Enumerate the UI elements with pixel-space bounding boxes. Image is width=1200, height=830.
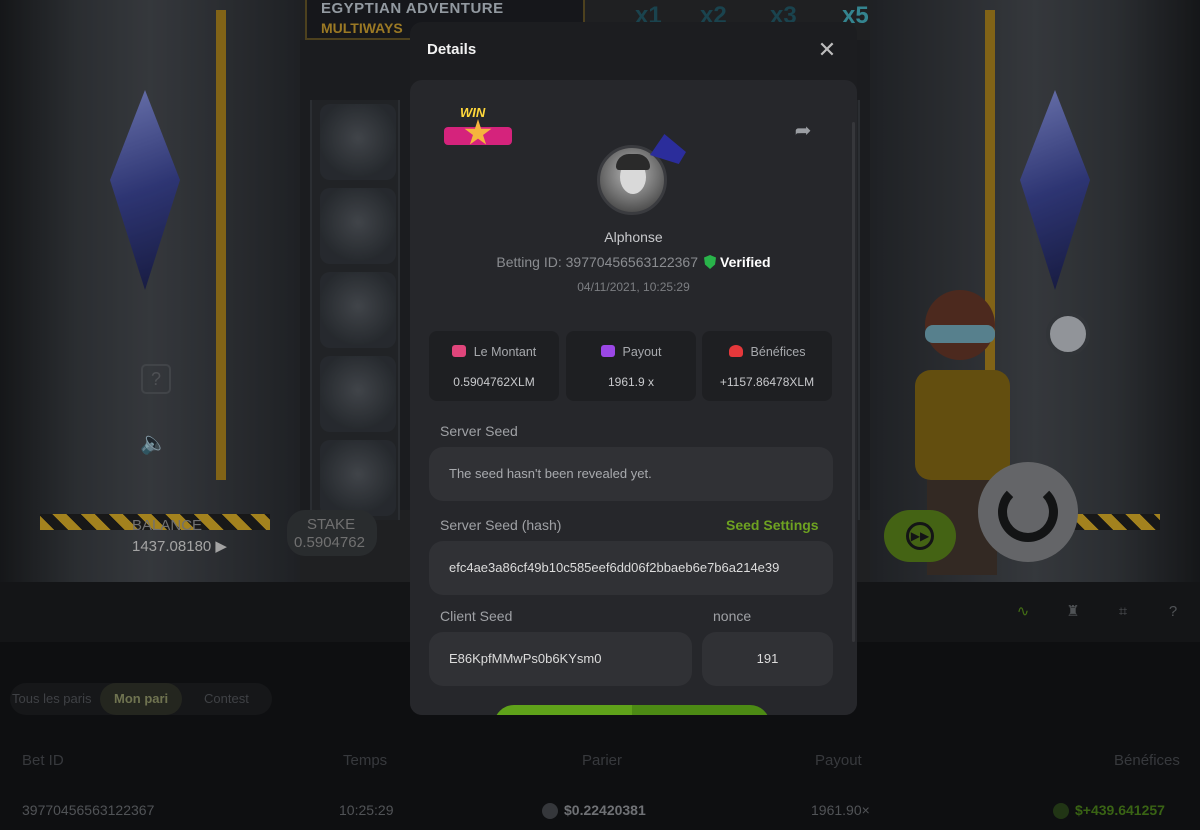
- server-seed-field: The seed hasn't been revealed yet.: [429, 447, 833, 501]
- details-modal: Details ✕ WIN ➦ Alphonse Betting ID: 397…: [410, 22, 857, 715]
- betting-id-line: Betting ID: 39770456563122367 Verified: [410, 254, 857, 270]
- profit-hand-icon: [728, 345, 743, 357]
- stat-value: 1961.9 x: [607, 375, 655, 389]
- coins-icon: [451, 345, 466, 357]
- server-seed-hash-field[interactable]: efc4ae3a86cf49b10c585eef6dd06f2bbaeb6e7b…: [429, 541, 833, 595]
- stat-profit: Bénéfices +1157.86478XLM: [702, 331, 832, 401]
- shield-check-icon: [704, 255, 717, 269]
- screen: EGYPTIAN ADVENTURE MULTIWAYS x1 x2 x3 x5…: [0, 0, 1200, 830]
- stat-payout: Payout 1961.9 x: [566, 331, 696, 401]
- avatar-hair: [616, 154, 650, 170]
- server-seed-label: Server Seed: [440, 423, 518, 439]
- username: Alphonse: [604, 229, 663, 245]
- modal-title: Details: [427, 41, 477, 58]
- stat-value: +1157.86478XLM: [719, 375, 815, 389]
- nonce-field[interactable]: 191: [702, 632, 833, 686]
- wallet-icon: [600, 345, 615, 357]
- seed-settings-link[interactable]: Seed Settings: [726, 517, 819, 533]
- stat-label: Le Montant: [473, 345, 537, 359]
- stat-amount: Le Montant 0.5904762XLM: [429, 331, 559, 401]
- betting-id-label: Betting ID:: [496, 254, 562, 270]
- win-badge-label: WIN: [460, 105, 486, 120]
- share-icon[interactable]: ➦: [791, 119, 815, 143]
- stat-value: 0.5904762XLM: [453, 375, 535, 389]
- win-badge: WIN: [444, 105, 512, 157]
- nonce-label: nonce: [713, 608, 752, 624]
- scrollbar[interactable]: [852, 122, 855, 642]
- client-seed-label: Client Seed: [440, 608, 513, 624]
- server-seed-hash-label: Server Seed (hash): [440, 517, 562, 533]
- close-icon[interactable]: ✕: [815, 38, 839, 62]
- betting-id-value: 39770456563122367: [565, 254, 699, 270]
- client-seed-field[interactable]: E86KpfMMwPs0b6KYsm0: [429, 632, 692, 686]
- verified-badge: Verified: [720, 254, 771, 270]
- stat-label: Bénéfices: [750, 345, 806, 359]
- bet-datetime: 04/11/2021, 10:25:29: [577, 280, 690, 294]
- stat-label: Payout: [622, 345, 662, 359]
- avatar: [597, 134, 686, 215]
- verify-button[interactable]: [494, 705, 770, 715]
